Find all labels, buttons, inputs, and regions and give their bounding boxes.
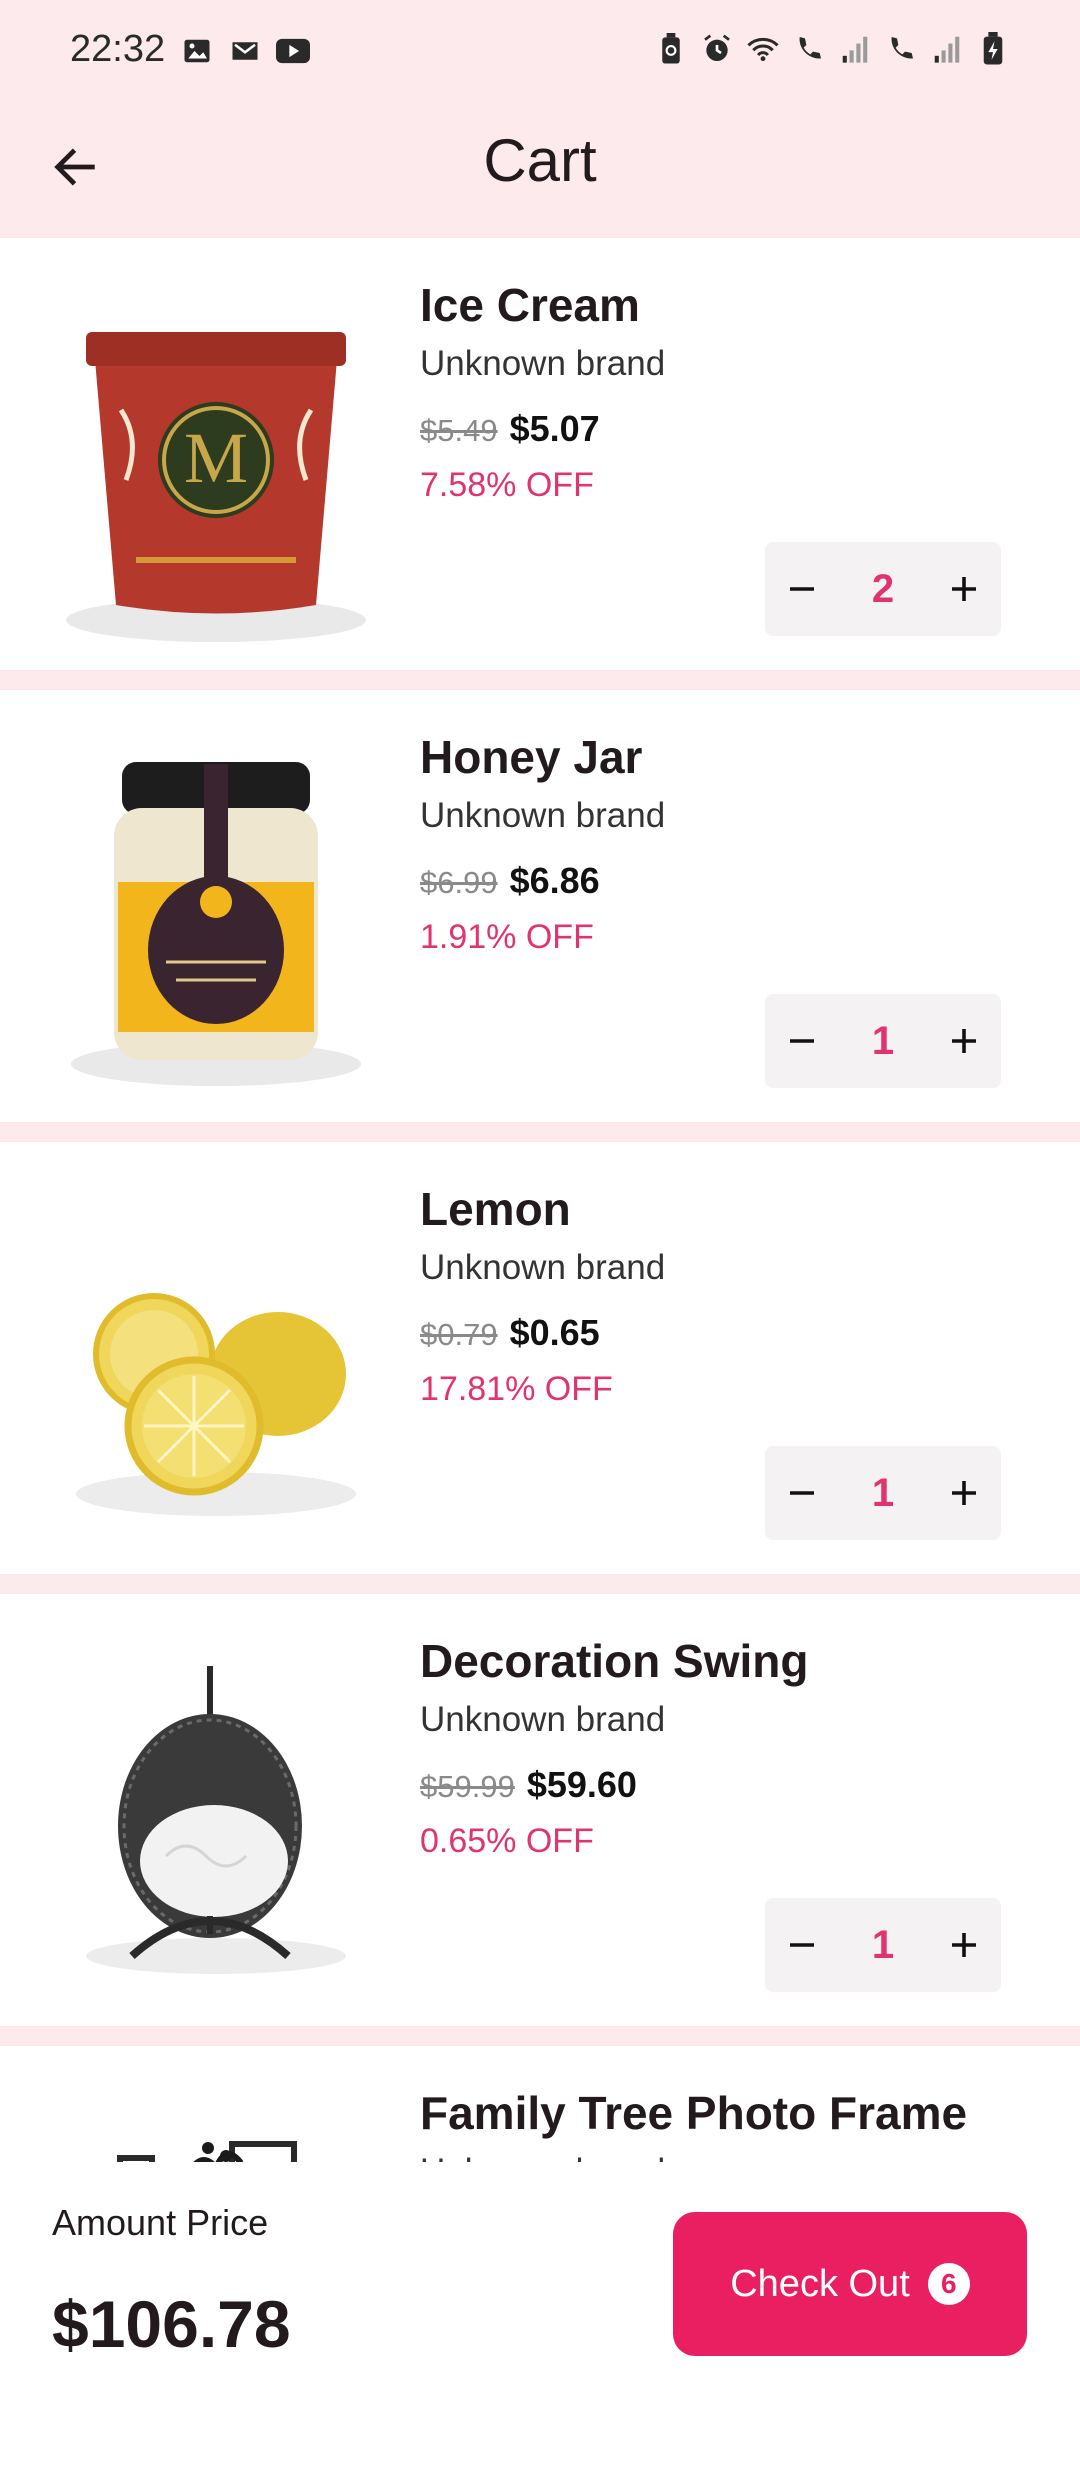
price-row: $0.79 $0.65	[420, 1312, 600, 1354]
amount-label: Amount Price	[52, 2202, 269, 2243]
product-image-decoration-swing	[36, 1616, 396, 2004]
checkout-label: Check Out	[730, 2262, 910, 2305]
product-name: Family Tree Photo Frame	[420, 2087, 968, 2139]
product-brand: Unknown brand	[420, 796, 666, 835]
decrease-quantity-button[interactable]	[765, 1446, 839, 1540]
original-price: $59.99	[420, 1769, 515, 1804]
status-bar: 22:32	[0, 0, 1080, 100]
item-divider	[0, 1574, 1080, 1594]
product-brand: Unknown brand	[420, 1700, 666, 1739]
quantity-stepper: 1	[765, 994, 1001, 1088]
product-image-lemon	[36, 1164, 396, 1552]
system-icons	[654, 32, 1010, 66]
product-brand: Unknown brand	[420, 344, 666, 383]
increase-quantity-button[interactable]	[927, 1898, 1001, 1992]
quantity-value: 2	[871, 566, 895, 611]
product-name: Lemon	[420, 1183, 571, 1235]
product-image-honey-jar	[36, 712, 396, 1100]
signal-1-icon	[838, 32, 872, 66]
quantity-value: 1	[871, 1018, 895, 1063]
price-row: $59.99 $59.60	[420, 1764, 637, 1806]
wifi-icon	[746, 32, 780, 66]
decrease-quantity-button[interactable]	[765, 994, 839, 1088]
call-sim1-icon	[792, 32, 826, 66]
top-bar: 22:32 Cart	[0, 0, 1080, 238]
minus-icon	[790, 1039, 814, 1043]
discount-label: 0.65% OFF	[420, 1822, 594, 1860]
cart-item[interactable]: M Ice Cream Unknown brand $5.49 $5.07 7.…	[0, 238, 1080, 670]
quantity-value: 1	[871, 1470, 895, 1515]
minus-icon	[790, 587, 814, 591]
notification-icons	[180, 34, 310, 68]
plus-icon	[952, 577, 976, 601]
plus-icon	[952, 1481, 976, 1505]
discount-label: 17.81% OFF	[420, 1370, 613, 1408]
price-row: $6.99 $6.86	[420, 860, 600, 902]
cart-list[interactable]: M Ice Cream Unknown brand $5.49 $5.07 7.…	[0, 238, 1080, 2478]
cart-item[interactable]: Honey Jar Unknown brand $6.99 $6.86 1.91…	[0, 690, 1080, 1122]
battery-charging-icon	[976, 32, 1010, 66]
increase-quantity-button[interactable]	[927, 994, 1001, 1088]
decrease-quantity-button[interactable]	[765, 1898, 839, 1992]
sale-price: $5.07	[509, 408, 600, 449]
product-name: Ice Cream	[420, 279, 640, 331]
decrease-quantity-button[interactable]	[765, 542, 839, 636]
sale-price: $59.60	[526, 1764, 637, 1805]
quantity-stepper: 2	[765, 542, 1001, 636]
image-icon	[180, 34, 214, 68]
alarm-icon	[700, 32, 734, 66]
increase-quantity-button[interactable]	[927, 1446, 1001, 1540]
cart-count-badge: 6	[927, 2263, 970, 2305]
item-divider	[0, 670, 1080, 690]
item-divider	[0, 2026, 1080, 2046]
checkout-button[interactable]: Check Out 6	[673, 2212, 1027, 2356]
cart-item[interactable]: Decoration Swing Unknown brand $59.99 $5…	[0, 1594, 1080, 2026]
amount-total: $106.78	[52, 2287, 291, 2361]
sale-price: $6.86	[509, 860, 600, 901]
svg-text:M: M	[184, 418, 248, 498]
cart-item[interactable]: Lemon Unknown brand $0.79 $0.65 17.81% O…	[0, 1142, 1080, 1574]
youtube-icon	[276, 34, 310, 68]
minus-icon	[790, 1943, 814, 1947]
price-row: $5.49 $5.07	[420, 408, 600, 450]
quantity-stepper: 1	[765, 1446, 1001, 1540]
signal-2-icon	[930, 32, 964, 66]
original-price: $6.99	[420, 865, 498, 900]
increase-quantity-button[interactable]	[927, 542, 1001, 636]
discount-label: 7.58% OFF	[420, 466, 594, 504]
product-name: Honey Jar	[420, 731, 643, 783]
call-sim2-icon	[884, 32, 918, 66]
status-time: 22:32	[70, 28, 166, 70]
plus-icon	[952, 1029, 976, 1053]
product-brand: Unknown brand	[420, 1248, 666, 1287]
minus-icon	[790, 1491, 814, 1495]
product-image-ice-cream: M	[36, 260, 396, 648]
page-title: Cart	[483, 127, 597, 194]
original-price: $5.49	[420, 413, 498, 448]
item-divider	[0, 1122, 1080, 1142]
checkout-bar: Amount Price $106.78 Check Out 6	[0, 2162, 1080, 2400]
mail-icon	[228, 34, 262, 68]
product-name: Decoration Swing	[420, 1635, 809, 1687]
quantity-stepper: 1	[765, 1898, 1001, 1992]
discount-label: 1.91% OFF	[420, 918, 594, 956]
quantity-value: 1	[871, 1922, 895, 1967]
plus-icon	[952, 1933, 976, 1957]
original-price: $0.79	[420, 1317, 498, 1352]
battery-saver-icon	[654, 32, 688, 66]
sale-price: $0.65	[509, 1312, 600, 1353]
